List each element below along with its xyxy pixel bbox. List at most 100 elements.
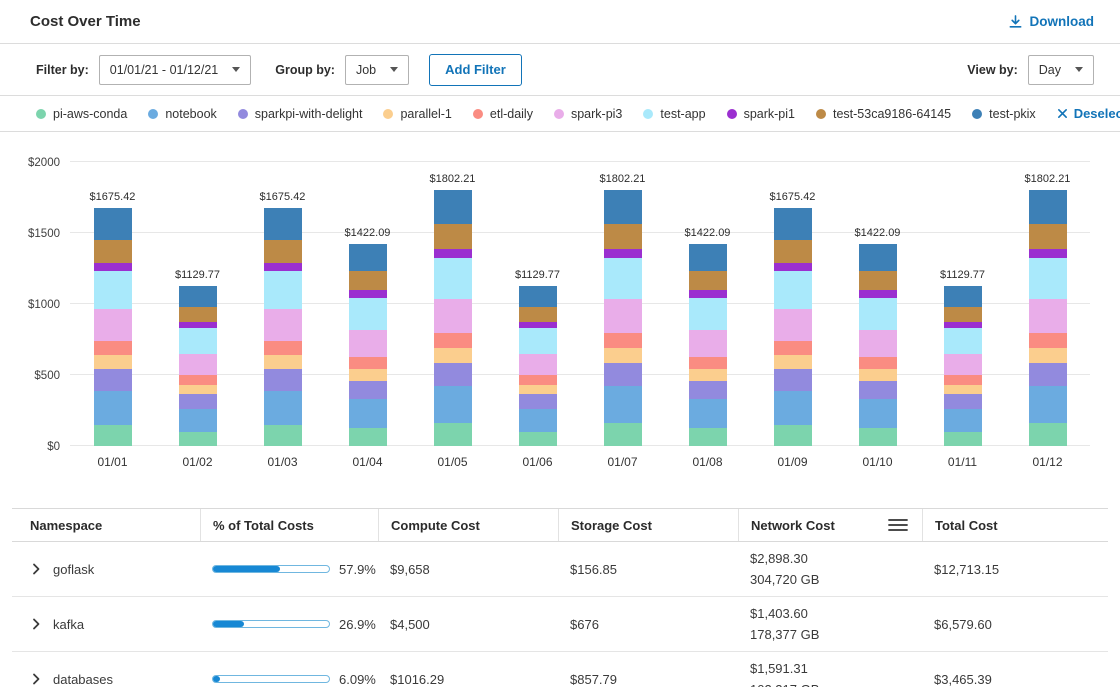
download-button[interactable]: Download bbox=[1008, 14, 1095, 29]
legend-item[interactable]: sparkpi-with-delight bbox=[238, 107, 363, 121]
bar-column[interactable]: $1675.4201/03 bbox=[240, 162, 325, 446]
bar-segment-spark-pi1[interactable] bbox=[349, 290, 387, 297]
bar-segment-test-app[interactable] bbox=[264, 271, 302, 309]
bar-segment-notebook[interactable] bbox=[264, 391, 302, 425]
bar-segment-pi-aws-conda[interactable] bbox=[94, 425, 132, 446]
bar-segment-pi-aws-conda[interactable] bbox=[1029, 423, 1067, 446]
chevron-right-icon[interactable] bbox=[30, 563, 42, 575]
bar-segment-notebook[interactable] bbox=[1029, 386, 1067, 423]
bar-segment-notebook[interactable] bbox=[94, 391, 132, 425]
bar-segment-notebook[interactable] bbox=[604, 386, 642, 423]
bar-segment-pi-aws-conda[interactable] bbox=[434, 423, 472, 446]
bar-segment-spark-pi3[interactable] bbox=[1029, 299, 1067, 333]
bar-segment-pi-aws-conda[interactable] bbox=[689, 428, 727, 446]
bar-segment-test-pkix[interactable] bbox=[774, 208, 812, 240]
bar-segment-spark-pi3[interactable] bbox=[434, 299, 472, 333]
legend-item[interactable]: pi-aws-conda bbox=[36, 107, 127, 121]
bar-segment-notebook[interactable] bbox=[689, 399, 727, 428]
bar-column[interactable]: $1675.4201/01 bbox=[70, 162, 155, 446]
bar-segment-parallel-1[interactable] bbox=[689, 369, 727, 381]
bar-segment-test-app[interactable] bbox=[519, 328, 557, 354]
bar-segment-sparkpi-with-delight[interactable] bbox=[434, 363, 472, 386]
bar-segment-parallel-1[interactable] bbox=[179, 385, 217, 395]
bar-segment-parallel-1[interactable] bbox=[1029, 348, 1067, 363]
bar-column[interactable]: $1802.2101/07 bbox=[580, 162, 665, 446]
bar-segment-spark-pi3[interactable] bbox=[349, 330, 387, 356]
bar-segment-test-53ca9186-64145[interactable] bbox=[179, 307, 217, 322]
bar-segment-test-53ca9186-64145[interactable] bbox=[264, 240, 302, 263]
bar-segment-etl-daily[interactable] bbox=[604, 333, 642, 348]
bar-segment-sparkpi-with-delight[interactable] bbox=[859, 381, 897, 399]
bar-segment-spark-pi3[interactable] bbox=[94, 309, 132, 340]
bar-column[interactable]: $1422.0901/04 bbox=[325, 162, 410, 446]
bar-segment-notebook[interactable] bbox=[519, 409, 557, 432]
chevron-right-icon[interactable] bbox=[30, 618, 42, 630]
bar-segment-sparkpi-with-delight[interactable] bbox=[774, 369, 812, 390]
bar-column[interactable]: $1422.0901/10 bbox=[835, 162, 920, 446]
bar-segment-spark-pi3[interactable] bbox=[774, 309, 812, 340]
bar-segment-sparkpi-with-delight[interactable] bbox=[944, 394, 982, 408]
bar-segment-test-pkix[interactable] bbox=[859, 244, 897, 271]
bar-segment-test-app[interactable] bbox=[434, 258, 472, 299]
bar-segment-spark-pi1[interactable] bbox=[774, 263, 812, 272]
bar-segment-test-app[interactable] bbox=[689, 298, 727, 331]
bar-segment-test-53ca9186-64145[interactable] bbox=[944, 307, 982, 322]
bar-segment-spark-pi3[interactable] bbox=[604, 299, 642, 333]
bar-segment-test-app[interactable] bbox=[349, 298, 387, 331]
bar-segment-pi-aws-conda[interactable] bbox=[604, 423, 642, 446]
bar-segment-parallel-1[interactable] bbox=[434, 348, 472, 363]
bar-segment-spark-pi3[interactable] bbox=[859, 330, 897, 356]
bar-column[interactable]: $1675.4201/09 bbox=[750, 162, 835, 446]
bar-column[interactable]: $1802.2101/12 bbox=[1005, 162, 1090, 446]
menu-icon[interactable] bbox=[888, 518, 908, 532]
bar-segment-test-app[interactable] bbox=[94, 271, 132, 309]
bar-segment-parallel-1[interactable] bbox=[604, 348, 642, 363]
bar-segment-notebook[interactable] bbox=[179, 409, 217, 432]
legend-item[interactable]: spark-pi1 bbox=[727, 107, 795, 121]
bar-segment-spark-pi1[interactable] bbox=[604, 249, 642, 258]
chevron-right-icon[interactable] bbox=[30, 673, 42, 685]
bar-segment-test-pkix[interactable] bbox=[94, 208, 132, 240]
bar-segment-etl-daily[interactable] bbox=[349, 357, 387, 369]
bar-segment-test-pkix[interactable] bbox=[604, 190, 642, 224]
bar-column[interactable]: $1129.7701/06 bbox=[495, 162, 580, 446]
bar-segment-etl-daily[interactable] bbox=[519, 375, 557, 385]
bar-segment-test-pkix[interactable] bbox=[349, 244, 387, 271]
bar-segment-spark-pi1[interactable] bbox=[1029, 249, 1067, 258]
bar-segment-sparkpi-with-delight[interactable] bbox=[94, 369, 132, 390]
bar-column[interactable]: $1129.7701/02 bbox=[155, 162, 240, 446]
bar-segment-sparkpi-with-delight[interactable] bbox=[179, 394, 217, 408]
bar-segment-sparkpi-with-delight[interactable] bbox=[519, 394, 557, 408]
add-filter-button[interactable]: Add Filter bbox=[429, 54, 522, 86]
bar-segment-test-app[interactable] bbox=[859, 298, 897, 331]
bar-segment-parallel-1[interactable] bbox=[774, 355, 812, 369]
deselect-all-button[interactable]: Deselect All bbox=[1057, 106, 1120, 121]
bar-segment-spark-pi3[interactable] bbox=[944, 354, 982, 375]
view-by-select[interactable]: Day bbox=[1028, 55, 1094, 85]
bar-segment-test-app[interactable] bbox=[1029, 258, 1067, 299]
bar-segment-test-pkix[interactable] bbox=[434, 190, 472, 224]
legend-item[interactable]: test-pkix bbox=[972, 107, 1036, 121]
bar-segment-notebook[interactable] bbox=[434, 386, 472, 423]
bar-segment-parallel-1[interactable] bbox=[859, 369, 897, 381]
bar-segment-parallel-1[interactable] bbox=[264, 355, 302, 369]
bar-segment-test-app[interactable] bbox=[944, 328, 982, 354]
bar-segment-test-53ca9186-64145[interactable] bbox=[349, 271, 387, 290]
bar-segment-test-pkix[interactable] bbox=[264, 208, 302, 240]
legend-item[interactable]: test-app bbox=[643, 107, 705, 121]
bar-segment-etl-daily[interactable] bbox=[179, 375, 217, 385]
bar-segment-test-53ca9186-64145[interactable] bbox=[519, 307, 557, 322]
bar-segment-test-53ca9186-64145[interactable] bbox=[774, 240, 812, 263]
bar-column[interactable]: $1422.0901/08 bbox=[665, 162, 750, 446]
bar-segment-notebook[interactable] bbox=[859, 399, 897, 428]
bar-segment-sparkpi-with-delight[interactable] bbox=[604, 363, 642, 386]
bar-segment-test-53ca9186-64145[interactable] bbox=[1029, 224, 1067, 248]
bar-segment-sparkpi-with-delight[interactable] bbox=[689, 381, 727, 399]
bar-segment-test-53ca9186-64145[interactable] bbox=[859, 271, 897, 290]
bar-segment-parallel-1[interactable] bbox=[519, 385, 557, 395]
bar-segment-pi-aws-conda[interactable] bbox=[859, 428, 897, 446]
bar-segment-pi-aws-conda[interactable] bbox=[774, 425, 812, 446]
bar-segment-test-pkix[interactable] bbox=[944, 286, 982, 307]
date-range-select[interactable]: 01/01/21 - 01/12/21 bbox=[99, 55, 251, 85]
bar-segment-test-pkix[interactable] bbox=[519, 286, 557, 307]
